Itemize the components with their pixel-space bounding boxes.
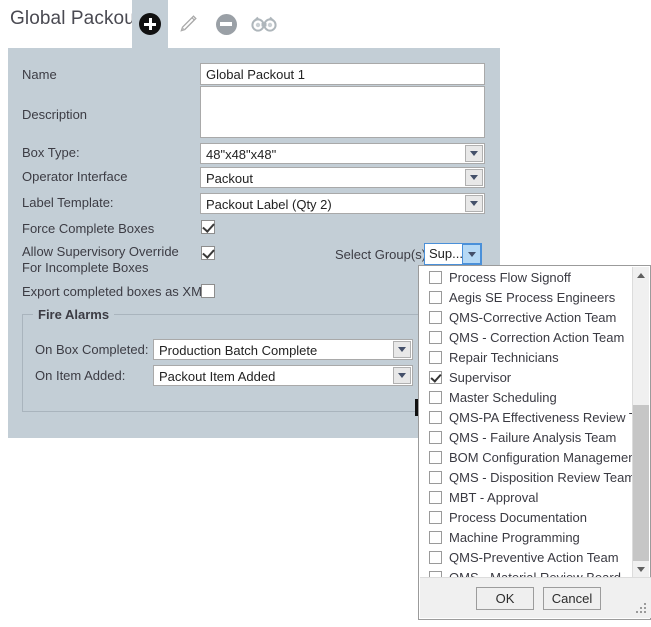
header-bar: Global Packout [0,0,651,48]
box-type-label: Box Type: [22,145,80,160]
allow-override-label-line1: Allow Supervisory Override [22,244,179,259]
group-list-item[interactable]: Process Flow Signoff [420,267,634,287]
group-list-item[interactable]: Supervisor [420,367,634,387]
group-item-checkbox[interactable] [429,411,442,424]
group-item-checkbox[interactable] [429,371,442,384]
group-item-label: Aegis SE Process Engineers [449,290,615,305]
chevron-down-icon[interactable] [465,195,483,212]
box-type-select[interactable]: 48"x48"x48" [200,143,485,164]
resize-grip[interactable] [635,602,648,615]
group-item-label: Supervisor [449,370,511,385]
group-item-checkbox[interactable] [429,511,442,524]
group-list-item[interactable]: QMS - Failure Analysis Team [420,427,634,447]
label-template-label: Label Template: [22,195,114,210]
group-item-label: Machine Programming [449,530,580,545]
operator-interface-label: Operator Interface [22,169,128,184]
on-box-completed-label: On Box Completed: [35,342,148,357]
group-item-label: QMS - Failure Analysis Team [449,430,616,445]
pencil-icon [177,13,199,35]
group-item-label: QMS-Corrective Action Team [449,310,616,325]
group-list-item[interactable]: Master Scheduling [420,387,634,407]
select-groups-label: Select Group(s) [335,247,426,262]
group-item-label: QMS-Preventive Action Team [449,550,619,565]
group-list-item[interactable]: BOM Configuration Management [420,447,634,467]
group-list-item[interactable]: Repair Technicians [420,347,634,367]
delete-button[interactable] [208,0,244,48]
add-button[interactable] [132,0,168,48]
binoculars-icon [251,15,277,33]
group-item-label: QMS - Correction Action Team [449,330,624,345]
select-groups-popup: Process Flow Signoff Aegis SE Process Eng… [418,265,651,620]
group-item-checkbox[interactable] [429,331,442,344]
force-complete-checkbox[interactable] [201,220,215,234]
group-item-label: Master Scheduling [449,390,557,405]
group-item-checkbox[interactable] [429,311,442,324]
force-complete-label: Force Complete Boxes [22,221,154,236]
chevron-down-icon[interactable] [465,145,483,162]
operator-interface-select[interactable]: Packout [200,167,485,188]
group-item-label: QMS - Disposition Review Team [449,470,634,485]
group-item-checkbox[interactable] [429,271,442,284]
group-item-checkbox[interactable] [429,551,442,564]
allow-override-checkbox[interactable] [201,246,215,260]
group-list-item[interactable]: QMS - Correction Action Team [420,327,634,347]
scroll-up-arrow[interactable] [633,267,649,284]
chevron-down-icon[interactable] [393,367,411,384]
export-xml-checkbox[interactable] [201,284,215,298]
group-item-label: MBT - Approval [449,490,538,505]
group-list-item[interactable]: QMS - Disposition Review Team [420,467,634,487]
fire-alarms-legend: Fire Alarms [33,307,114,322]
popup-footer: OK Cancel [420,577,651,618]
description-label: Description [22,107,87,122]
group-list-item[interactable]: QMS-Preventive Action Team [420,547,634,567]
group-item-checkbox[interactable] [429,391,442,404]
on-item-added-select[interactable]: Packout Item Added [153,365,413,386]
group-item-label: Process Flow Signoff [449,270,571,285]
on-item-added-label: On Item Added: [35,368,125,383]
popup-scrollbar[interactable] [632,267,649,578]
name-label: Name [22,67,57,82]
select-groups-dropdown[interactable]: Sup... [424,243,482,265]
group-item-label: BOM Configuration Management [449,450,634,465]
group-item-label: QMS-PA Effectiveness Review Team [449,410,634,425]
edit-button[interactable] [170,0,206,48]
allow-override-label-line2: For Incomplete Boxes [22,260,148,275]
group-item-label: Process Documentation [449,510,587,525]
group-list-item[interactable]: Machine Programming [420,527,634,547]
group-list-item[interactable]: Process Documentation [420,507,634,527]
chevron-down-icon[interactable] [465,169,483,186]
on-box-completed-select[interactable]: Production Batch Complete [153,339,413,360]
group-item-checkbox[interactable] [429,531,442,544]
add-icon [139,13,161,35]
group-checkbox-list[interactable]: Process Flow Signoff Aegis SE Process Eng… [420,267,634,578]
name-input[interactable]: Global Packout 1 [200,63,485,85]
label-template-select[interactable]: Packout Label (Qty 2) [200,193,485,214]
group-item-label: Repair Technicians [449,350,559,365]
view-button[interactable] [246,0,282,48]
cancel-button[interactable]: Cancel [543,587,601,610]
group-item-checkbox[interactable] [429,431,442,444]
ok-button[interactable]: OK [476,587,534,610]
group-list-item[interactable]: QMS-Corrective Action Team [420,307,634,327]
page-title: Global Packout [10,8,140,30]
chevron-down-icon[interactable] [462,244,481,264]
chevron-down-icon[interactable] [393,341,411,358]
group-list-item[interactable]: Aegis SE Process Engineers [420,287,634,307]
group-list-item[interactable]: MBT - Approval [420,487,634,507]
description-textarea[interactable] [200,86,485,138]
group-item-checkbox[interactable] [429,451,442,464]
scroll-down-arrow[interactable] [633,561,649,578]
group-item-checkbox[interactable] [429,351,442,364]
minus-circle-icon [216,14,237,35]
export-xml-label: Export completed boxes as XML [22,284,209,299]
group-list-item[interactable]: QMS-PA Effectiveness Review Team [420,407,634,427]
group-item-checkbox[interactable] [429,491,442,504]
group-item-checkbox[interactable] [429,471,442,484]
group-item-checkbox[interactable] [429,291,442,304]
scrollbar-thumb[interactable] [633,405,649,561]
fire-alarms-group: Fire Alarms On Box Completed: Production… [22,314,482,412]
